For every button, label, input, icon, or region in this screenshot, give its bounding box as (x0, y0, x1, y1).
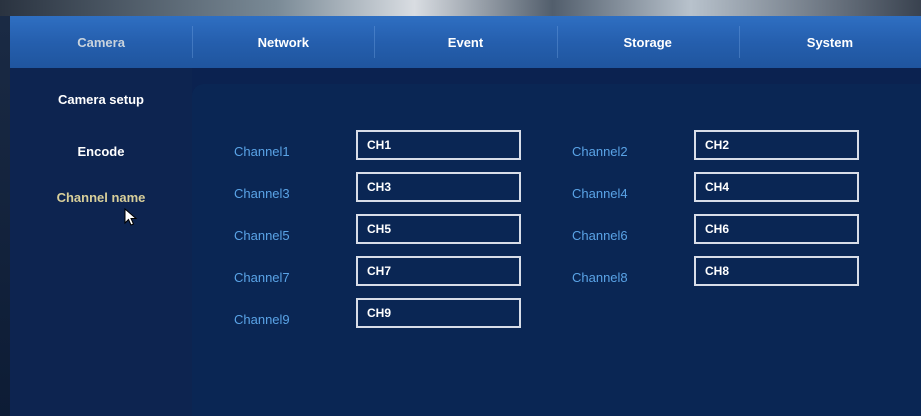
tab-storage[interactable]: Storage (556, 16, 739, 68)
channel-label: Channel7 (234, 270, 290, 285)
channel-name-input[interactable]: CH1 (356, 130, 521, 160)
sidebar-item-encode[interactable]: Encode (10, 144, 192, 159)
sidebar-item-channel-name[interactable]: Channel name (10, 190, 192, 205)
channel-name-input[interactable]: CH9 (356, 298, 521, 328)
channel-name-input[interactable]: CH2 (694, 130, 859, 160)
main-tab-bar: Camera Network Event Storage System (10, 16, 921, 68)
channel-label: Channel6 (572, 228, 628, 243)
dvr-settings-window: Camera Network Event Storage System Came… (0, 0, 921, 416)
video-background-strip (0, 0, 921, 16)
sidebar-item-camera-setup[interactable]: Camera setup (10, 92, 192, 107)
channel-name-input[interactable]: CH7 (356, 256, 521, 286)
channel-label: Channel2 (572, 144, 628, 159)
channel-name-input[interactable]: CH3 (356, 172, 521, 202)
channel-name-input[interactable]: CH6 (694, 214, 859, 244)
channel-label: Channel5 (234, 228, 290, 243)
channel-name-input[interactable]: CH8 (694, 256, 859, 286)
channel-name-input[interactable]: CH4 (694, 172, 859, 202)
channel-label: Channel8 (572, 270, 628, 285)
channel-label: Channel1 (234, 144, 290, 159)
channel-label: Channel4 (572, 186, 628, 201)
channel-name-input[interactable]: CH5 (356, 214, 521, 244)
sidebar: Camera setup Encode Channel name (10, 68, 192, 416)
tab-network[interactable]: Network (192, 16, 374, 68)
tab-camera[interactable]: Camera (10, 16, 192, 68)
channel-name-panel: Channel1 CH1 Channel3 CH3 Channel5 CH5 C… (192, 84, 921, 416)
tab-event[interactable]: Event (374, 16, 556, 68)
tab-system[interactable]: System (738, 16, 921, 68)
mouse-pointer-icon (124, 208, 138, 226)
channel-label: Channel9 (234, 312, 290, 327)
channel-label: Channel3 (234, 186, 290, 201)
window-left-edge (0, 16, 10, 416)
